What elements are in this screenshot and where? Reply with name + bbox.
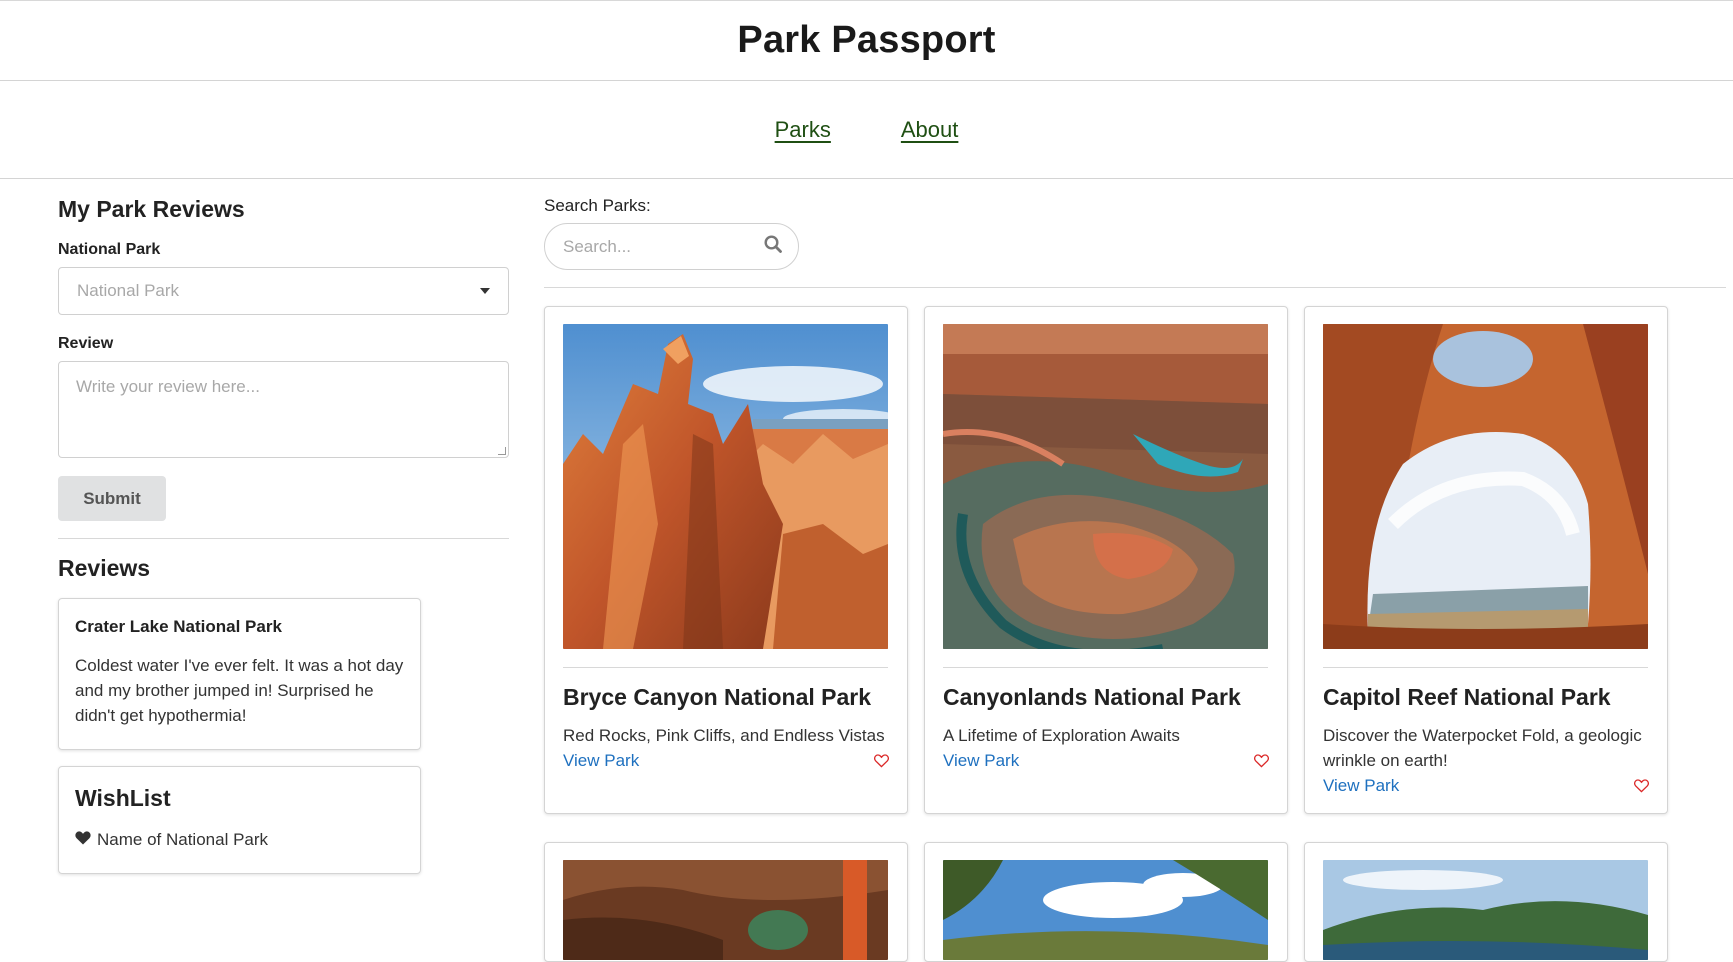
park-card-capitol-reef: Capitol Reef National Park Discover the … [1304, 306, 1668, 814]
wishlist-item[interactable]: Name of National Park [75, 830, 404, 850]
resize-handle[interactable] [498, 447, 506, 455]
park-name: Bryce Canyon National Park [563, 684, 872, 710]
heart-filled-icon [75, 830, 91, 850]
dropdown-caret-icon [480, 288, 490, 294]
park-name: Capitol Reef National Park [1323, 684, 1611, 710]
heart-outline-icon[interactable] [1254, 753, 1269, 768]
submit-button[interactable]: Submit [58, 476, 166, 521]
site-header: Park Passport [0, 1, 1733, 81]
park-image-row2-1[interactable] [563, 860, 888, 960]
review-card: Crater Lake National Park Coldest water … [58, 598, 421, 750]
main-nav: Parks About [0, 81, 1733, 179]
reviews-sidebar: My Park Reviews National Park National P… [58, 196, 509, 874]
park-card-row2-1 [544, 842, 908, 962]
card-divider [943, 667, 1268, 668]
park-image-capitol-reef[interactable] [1323, 324, 1648, 649]
park-card-canyonlands: Canyonlands National Park A Lifetime of … [924, 306, 1288, 814]
park-image-row2-3[interactable] [1323, 860, 1648, 960]
park-card-row2-3 [1304, 842, 1668, 962]
review-park-name: Crater Lake National Park [75, 617, 282, 636]
site-title: Park Passport [737, 19, 996, 61]
search-input[interactable]: Search... [544, 223, 799, 270]
search-label: Search Parks: [544, 196, 651, 215]
parks-main: Search Parks: Search... Bryce Canyon Nat… [544, 196, 1733, 962]
park-card-footer: View Park [563, 748, 889, 773]
wishlist-title: WishList [75, 785, 171, 811]
wishlist-item-label: Name of National Park [97, 830, 269, 849]
park-image-bryce[interactable] [563, 324, 888, 649]
park-tagline: Discover the Waterpocket Fold, a geologi… [1323, 726, 1642, 770]
park-select-label: National Park [58, 241, 161, 258]
card-divider [1323, 667, 1648, 668]
nav-link-about[interactable]: About [901, 117, 959, 143]
view-park-link[interactable]: View Park [563, 748, 639, 773]
park-tagline: Red Rocks, Pink Cliffs, and Endless Vist… [563, 726, 885, 745]
my-reviews-title: My Park Reviews [58, 196, 245, 222]
park-select[interactable]: National Park [58, 267, 509, 315]
sidebar-divider [58, 538, 509, 539]
park-card-bryce: Bryce Canyon National Park Red Rocks, Pi… [544, 306, 908, 814]
reviews-title: Reviews [58, 555, 151, 581]
search-placeholder: Search... [563, 236, 632, 256]
park-image-row2-2[interactable] [943, 860, 1268, 960]
park-tagline: A Lifetime of Exploration Awaits [943, 726, 1180, 745]
nav-link-parks[interactable]: Parks [775, 117, 831, 143]
review-text: Coldest water I've ever felt. It was a h… [75, 656, 404, 725]
park-name: Canyonlands National Park [943, 684, 1241, 710]
park-select-placeholder: National Park [77, 281, 180, 300]
view-park-link[interactable]: View Park [1323, 773, 1399, 798]
park-card-footer: View Park [943, 748, 1269, 773]
heart-outline-icon[interactable] [874, 753, 889, 768]
card-divider [563, 667, 888, 668]
park-card-footer: View Park [1323, 773, 1649, 798]
review-label: Review [58, 335, 114, 352]
review-textarea[interactable]: Write your review here... [58, 361, 509, 458]
view-park-link[interactable]: View Park [943, 748, 1019, 773]
review-placeholder: Write your review here... [76, 377, 260, 396]
heart-outline-icon[interactable] [1634, 778, 1649, 793]
park-card-row2-2 [924, 842, 1288, 962]
search-divider [544, 287, 1726, 288]
wishlist-card: WishList Name of National Park [58, 766, 421, 874]
search-icon[interactable] [764, 235, 782, 258]
park-image-canyonlands[interactable] [943, 324, 1268, 649]
